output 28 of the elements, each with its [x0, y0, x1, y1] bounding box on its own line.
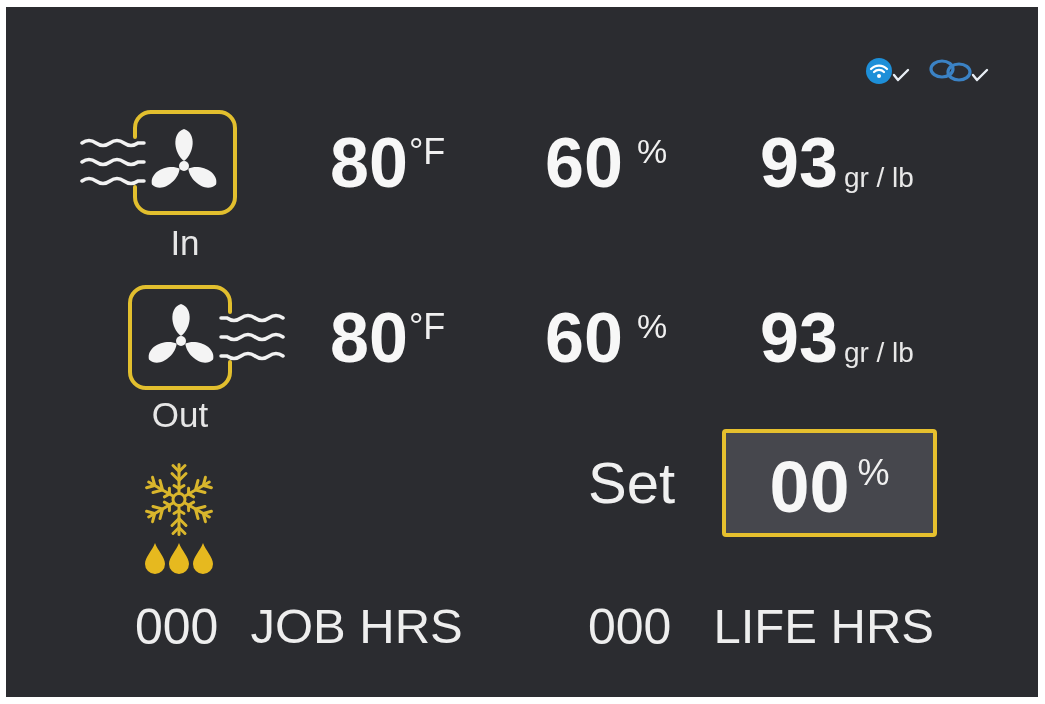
water-drops-icon	[143, 542, 215, 575]
reading-unit: gr / lb	[843, 338, 914, 367]
reading-unit: °F	[408, 308, 446, 345]
counter-label: JOB HRS	[250, 602, 463, 652]
fan-airflow-icon	[128, 285, 285, 390]
reading-unit: %	[636, 133, 668, 168]
counter-label: LIFE HRS	[713, 602, 934, 652]
reading-unit: %	[636, 308, 668, 343]
reading-unit: gr / lb	[843, 163, 914, 192]
reading-value: 80	[330, 302, 408, 373]
setpoint-field[interactable]: 00%	[722, 429, 937, 537]
reading-value: 60	[545, 127, 623, 198]
airflow-label: In	[170, 223, 200, 263]
link-connected-icon	[928, 58, 990, 84]
counter-value: 000	[588, 602, 672, 652]
fan-airflow-icon	[80, 110, 237, 215]
reading-value: 80	[330, 127, 408, 198]
wifi-connected-icon	[865, 58, 910, 84]
snowflake-icon	[143, 462, 215, 537]
setpoint-label: Set	[588, 454, 676, 512]
reading-value: 60	[545, 302, 623, 373]
reading-value: 93	[760, 127, 838, 198]
counter-value: 000	[135, 602, 219, 652]
airflow-label: Out	[151, 395, 209, 435]
reading-unit: °F	[408, 133, 446, 170]
setpoint-unit: %	[857, 455, 890, 491]
setpoint-value: 00	[769, 451, 850, 523]
reading-value: 93	[760, 302, 838, 373]
